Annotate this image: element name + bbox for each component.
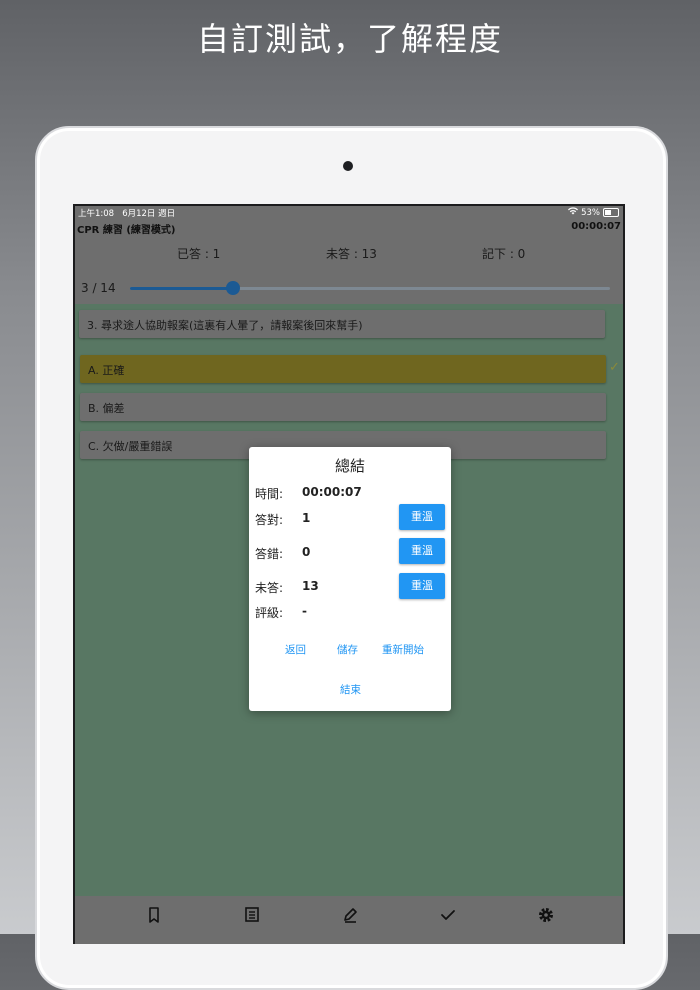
unanswered-value: 13 [302, 579, 319, 593]
check-icon[interactable] [436, 904, 460, 926]
camera-dot [343, 161, 353, 171]
progress-row: 3 / 14 [75, 274, 623, 304]
stats-bar: 已答 : 1 未答 : 13 記下 : 0 [75, 236, 623, 274]
review-correct-button[interactable]: 重溫 [399, 504, 445, 530]
status-bar: 上午1:08 6月12日 週日 53% [75, 206, 623, 220]
status-time: 上午1:08 [78, 209, 115, 219]
time-label: 時間: [255, 487, 284, 501]
restart-button[interactable]: 重新開始 [382, 642, 424, 657]
wrong-label: 答錯: [255, 547, 284, 561]
correct-value: 1 [302, 511, 311, 525]
summary-dialog: 總結 時間: 00:00:07 答對: 1 重溫 答錯: 0 重溫 未答: 13… [249, 447, 451, 711]
bookmarked-count: 記下 : 0 [482, 247, 526, 261]
grade-value: - [302, 604, 307, 618]
wifi-icon [568, 207, 579, 218]
answered-count: 已答 : 1 [177, 247, 221, 261]
headline: 自訂測試，了解程度 [196, 20, 503, 58]
option-label: A. 正確 [88, 364, 125, 377]
bottom-toolbar [75, 896, 623, 944]
time-value: 00:00:07 [302, 485, 362, 499]
grade-label: 評級: [255, 606, 284, 620]
list-icon[interactable] [240, 904, 264, 926]
option-a[interactable]: A. 正確 [80, 355, 606, 383]
review-unanswered-button[interactable]: 重溫 [399, 573, 445, 599]
option-label: B. 偏差 [88, 402, 125, 415]
save-button[interactable]: 儲存 [337, 642, 358, 657]
option-b[interactable]: B. 偏差 [80, 393, 606, 421]
slider-thumb[interactable] [225, 281, 240, 295]
back-button[interactable]: 返回 [285, 642, 306, 657]
progress-label: 3 / 14 [81, 281, 116, 295]
check-icon: ✓ [609, 360, 620, 375]
correct-label: 答對: [255, 513, 284, 527]
slider-fill [130, 287, 233, 290]
question-slider[interactable] [130, 281, 610, 295]
bookmark-icon[interactable] [142, 904, 166, 926]
question-text: 3. 尋求途人協助報案(這裏有人暈了，請報案後回來幫手) [87, 319, 363, 332]
app-title: CPR 練習 (練習模式) [77, 225, 176, 236]
nav-bar: CPR 練習 (練習模式) 00:00:07 [75, 220, 623, 236]
dialog-title: 總結 [334, 457, 365, 475]
edit-icon[interactable] [338, 904, 362, 926]
unanswered-count: 未答 : 13 [326, 247, 377, 261]
status-date: 6月12日 週日 [122, 209, 176, 219]
option-label: C. 欠做/嚴重錯誤 [88, 440, 173, 453]
battery-percent: 53% [581, 207, 600, 218]
question-card: 3. 尋求途人協助報案(這裏有人暈了，請報案後回來幫手) [79, 310, 605, 338]
unanswered-label: 未答: [255, 581, 284, 595]
review-wrong-button[interactable]: 重溫 [399, 538, 445, 564]
wrong-value: 0 [302, 545, 311, 559]
gear-icon[interactable] [534, 904, 558, 926]
finish-button[interactable]: 結束 [340, 682, 361, 697]
battery-icon [603, 208, 619, 217]
timer: 00:00:07 [571, 221, 621, 232]
